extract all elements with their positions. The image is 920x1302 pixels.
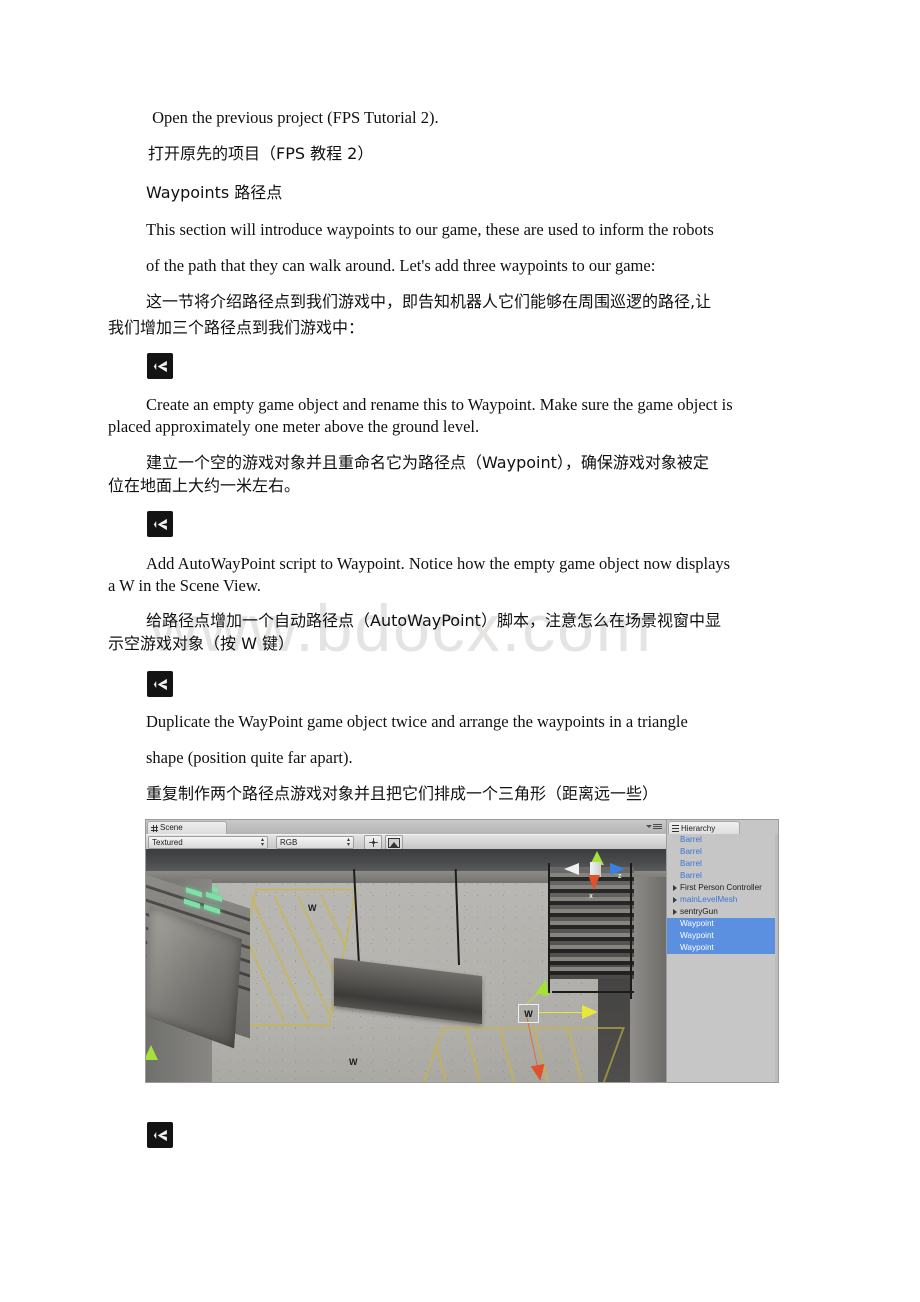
hierarchy-scrollbar[interactable] (775, 834, 778, 1082)
tab-hierarchy[interactable]: Hierarchy (668, 821, 740, 834)
right-stairs-rail-left (548, 863, 550, 993)
panel-menu-icon[interactable] (646, 823, 662, 831)
waypoint-label-2: W (349, 1057, 358, 1067)
paragraph-open-previous-project: Open the previous project (FPS Tutorial … (148, 108, 439, 127)
unity-logo-icon (147, 511, 173, 537)
paragraph-intro-line1: This section will introduce waypoints to… (146, 220, 714, 239)
right-stairs-rail-right (630, 863, 632, 999)
effects-toggle-button[interactable] (385, 835, 403, 850)
unity-editor-screenshot: Scene Textured ▴ ▾ RGB ▴ ▾ W W W z x Hie… (146, 820, 778, 1082)
gizmo-x-axis-line (538, 1012, 586, 1013)
render-mode-value: RGB (280, 838, 298, 847)
chevron-right-icon[interactable] (673, 885, 677, 891)
hierarchy-item-label: Barrel (680, 870, 702, 880)
grid-icon (151, 824, 158, 832)
right-stairs-base (552, 991, 634, 993)
render-mode-dropdown[interactable]: RGB ▴ ▾ (276, 836, 354, 849)
gizmo-axis-label-z: z (618, 873, 622, 880)
paragraph-duplicate-line1: Duplicate the WayPoint game object twice… (146, 712, 688, 731)
paragraph-create-empty-line2: placed approximately one meter above the… (108, 417, 480, 436)
chevron-updown-icon: ▴ ▾ (260, 836, 264, 848)
unity-logo-icon (147, 1122, 173, 1148)
hierarchy-item-barrel[interactable]: Barrel (667, 846, 778, 858)
draw-mode-value: Textured (152, 838, 183, 847)
hierarchy-list[interactable]: Barrel Barrel Barrel Barrel First Person… (667, 834, 778, 1082)
hierarchy-item-barrel[interactable]: Barrel (667, 870, 778, 882)
sun-icon (368, 838, 378, 847)
scene-toolbar: Textured ▴ ▾ RGB ▴ ▾ (146, 834, 666, 850)
hazard-stripes-right (422, 1027, 620, 1082)
hierarchy-item-waypoint[interactable]: Waypoint (667, 942, 778, 954)
hierarchy-panel: Hierarchy Barrel Barrel Barrel Barrel Fi… (666, 820, 778, 1082)
hierarchy-item-label: First Person Controller (680, 882, 762, 892)
hierarchy-item-label: Waypoint (680, 930, 714, 940)
paragraph-intro-cn-line1: 这一节将介绍路径点到我们游戏中，即告知机器人它们能够在周围巡逻的路径,让 (146, 292, 712, 311)
paragraph-add-script-line2: a W in the Scene View. (108, 576, 261, 595)
selected-waypoint-label: W (518, 1004, 539, 1023)
waypoint-label-1: W (308, 903, 317, 913)
hierarchy-item-label: Barrel (680, 858, 702, 868)
paragraph-open-previous-project-cn: 打开原先的项目（FPS 教程 2） (148, 144, 374, 163)
scene-viewport[interactable]: W W W z x (146, 849, 666, 1082)
tab-scene[interactable]: Scene (147, 821, 227, 834)
light-toggle-button[interactable] (364, 835, 382, 850)
chevron-right-icon[interactable] (673, 897, 677, 903)
chevron-updown-icon: ▴ ▾ (346, 836, 350, 848)
paragraph-create-empty-cn-line2: 位在地面上大约一米左右。 (108, 476, 301, 495)
paragraph-add-script-line1: Add AutoWayPoint script to Waypoint. Not… (146, 554, 731, 573)
right-wall (630, 877, 666, 1082)
unity-logo-icon (147, 353, 173, 379)
hierarchy-item-label: Barrel (680, 834, 702, 844)
hierarchy-item-barrel[interactable]: Barrel (667, 834, 778, 846)
hierarchy-item-label: Waypoint (680, 918, 714, 928)
scene-tab-strip: Scene (146, 820, 666, 834)
gizmo-axis-label-x: x (589, 893, 593, 900)
section-heading-waypoints: Waypoints 路径点 (146, 183, 283, 202)
tab-scene-label: Scene (160, 823, 183, 832)
list-icon (672, 824, 679, 832)
transform-gizmo[interactable]: z x (564, 851, 626, 903)
tab-hierarchy-label: Hierarchy (681, 823, 716, 833)
paragraph-add-script-cn-line1: 给路径点增加一个自动路径点（AutoWayPoint）脚本，注意怎么在场景视窗中… (146, 611, 721, 630)
gizmo-x-axis-cone (588, 875, 600, 890)
paragraph-create-empty-line1: Create an empty game object and rename t… (146, 395, 733, 414)
hierarchy-item-waypoint[interactable]: Waypoint (667, 918, 778, 930)
paragraph-duplicate-cn: 重复制作两个路径点游戏对象并且把它们排成一个三角形（距离远一些） (146, 784, 659, 803)
document-page: www.bdocx.com Open the previous project … (0, 0, 920, 1302)
hierarchy-item-sentrygun[interactable]: sentryGun (667, 906, 778, 918)
paragraph-intro-cn-line2: 我们增加三个路径点到我们游戏中： (108, 318, 365, 337)
hierarchy-item-label: sentryGun (680, 906, 718, 916)
hierarchy-item-label: Waypoint (680, 942, 714, 952)
gizmo-negative-x-cone (564, 863, 579, 875)
waypoint-cone-offscreen (146, 1045, 158, 1060)
paragraph-duplicate-line2: shape (position quite far apart). (146, 748, 353, 767)
gizmo-x-axis-cone (582, 1005, 598, 1019)
image-icon (388, 837, 400, 848)
hierarchy-item-waypoint[interactable]: Waypoint (667, 930, 778, 942)
draw-mode-dropdown[interactable]: Textured ▴ ▾ (148, 836, 268, 849)
hierarchy-item-mainlevelmesh[interactable]: mainLevelMesh (667, 894, 778, 906)
hierarchy-item-barrel[interactable]: Barrel (667, 858, 778, 870)
chevron-right-icon[interactable] (673, 909, 677, 915)
gizmo-z-axis-cone (530, 1063, 548, 1082)
paragraph-create-empty-cn-line1: 建立一个空的游戏对象并且重命名它为路径点（Waypoint），确保游戏对象被定 (146, 453, 709, 472)
paragraph-add-script-cn-line2: 示空游戏对象（按 W 键） (108, 634, 294, 653)
hierarchy-item-first-person-controller[interactable]: First Person Controller (667, 882, 778, 894)
unity-logo-icon (147, 671, 173, 697)
paragraph-intro-line2: of the path that they can walk around. L… (146, 256, 656, 275)
hierarchy-item-label: Barrel (680, 846, 702, 856)
hierarchy-item-label: mainLevelMesh (680, 894, 738, 904)
